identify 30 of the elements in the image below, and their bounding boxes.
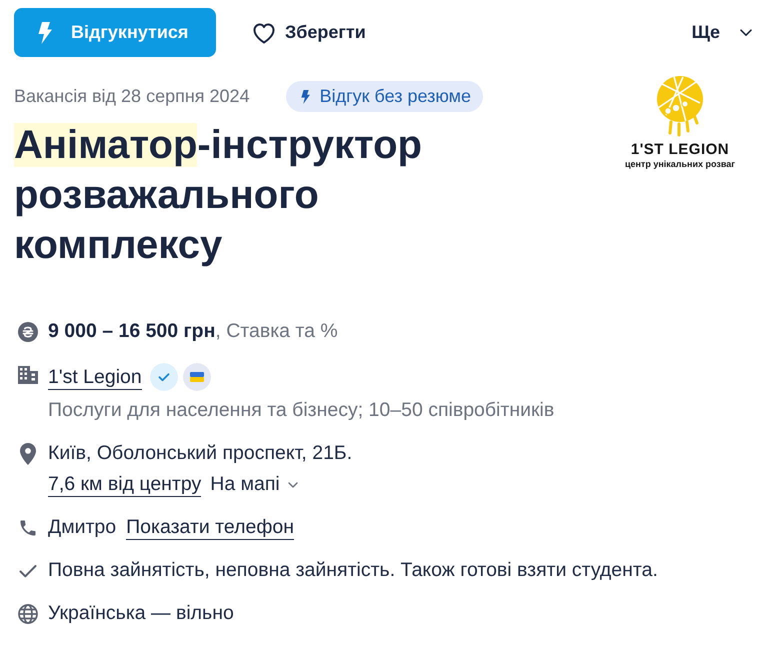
company-details: Послуги для населення та бізнесу; 10–50 співробітників — [48, 398, 556, 423]
check-icon — [19, 564, 37, 578]
distance-link[interactable]: 7,6 км від центру — [48, 472, 202, 497]
location-pin-icon — [20, 442, 36, 464]
heart-icon — [252, 22, 276, 44]
show-phone-link[interactable]: Показати телефон — [126, 515, 294, 540]
employment-text: Повна зайнятість, неповна зайнятість. Також готові взяти студента. — [48, 558, 659, 583]
language-text: Українська — вільно — [48, 601, 235, 626]
logo-name: 1'ST LEGION — [630, 141, 730, 158]
posted-date: Вакансія від 28 серпня 2024 — [14, 86, 250, 107]
contact-name: Дмитро — [48, 515, 116, 540]
badge-text: Відгук без резюме — [320, 86, 472, 107]
job-title: Аніматор-інструктор розважального комплексу — [14, 122, 423, 269]
chevron-down-icon — [288, 482, 298, 488]
verified-check-icon — [150, 363, 178, 391]
more-button[interactable]: Ще — [692, 22, 752, 43]
salary-text: 9 000 – 16 500 грн, Ставка та % — [48, 319, 339, 344]
lightning-icon — [300, 90, 310, 104]
lightning-icon — [38, 22, 52, 44]
ukraine-flag-icon — [182, 363, 211, 391]
logo-tagline: центр унікальних розваг — [624, 159, 736, 169]
phone-icon — [18, 518, 38, 538]
address-text: Київ, Оболонський проспект, 21Б. — [48, 441, 354, 466]
chevron-down-icon — [740, 28, 752, 36]
save-button[interactable]: Зберегти — [252, 22, 366, 44]
globe-icon — [18, 604, 38, 624]
hryvnia-coin-icon — [18, 322, 38, 342]
company-link[interactable]: 1'st Legion — [48, 364, 142, 390]
building-icon — [18, 364, 38, 384]
map-toggle[interactable]: На мапі — [210, 473, 298, 496]
